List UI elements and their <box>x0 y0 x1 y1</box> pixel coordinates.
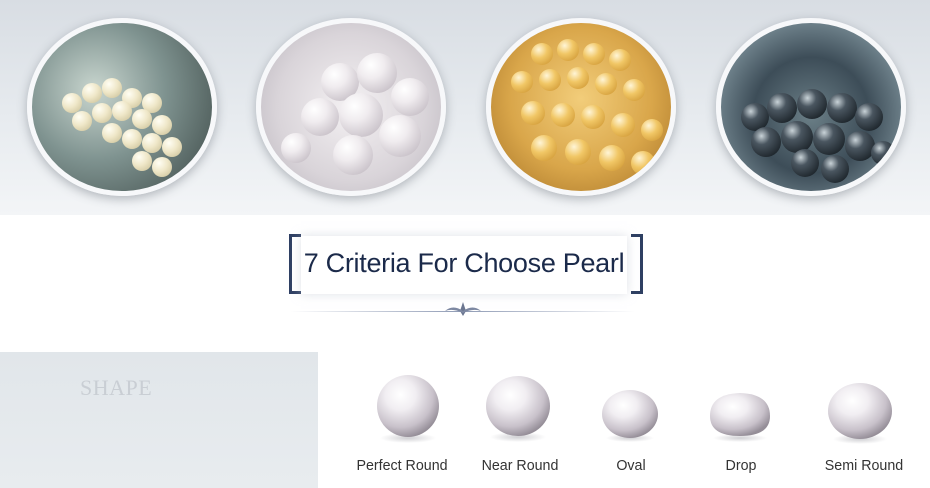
pearl-gallery-band <box>0 0 930 215</box>
drop-pearl-image <box>710 393 770 442</box>
gallery-image-akoya-pearls <box>27 18 217 196</box>
shape-caption-near-round: Near Round <box>481 457 559 474</box>
shape-caption-oval: Oval <box>616 457 646 474</box>
gallery-image-white-pearls <box>256 18 446 196</box>
shape-label-panel <box>0 352 318 488</box>
left-bracket <box>289 234 301 294</box>
page-title: 7 Criteria For Choose Pearl <box>303 248 625 278</box>
ornament-icon <box>445 302 481 316</box>
shape-caption-semi-round: Semi Round <box>824 457 904 474</box>
shape-caption-perfect-round: Perfect Round <box>356 457 448 474</box>
section-heading: 7 Criteria For Choose Pearl <box>285 234 647 296</box>
shape-caption-drop: Drop <box>725 457 757 474</box>
gallery-image-golden-pearls <box>486 18 676 196</box>
right-bracket <box>631 234 643 294</box>
shape-section-label: SHAPE <box>80 375 153 400</box>
gallery-image-black-pearls <box>716 18 906 196</box>
near-round-pearl-image <box>486 376 550 442</box>
oval-pearl-image <box>602 390 658 442</box>
perfect-round-pearl-image <box>377 375 439 443</box>
semi-round-pearl-image <box>828 383 892 444</box>
